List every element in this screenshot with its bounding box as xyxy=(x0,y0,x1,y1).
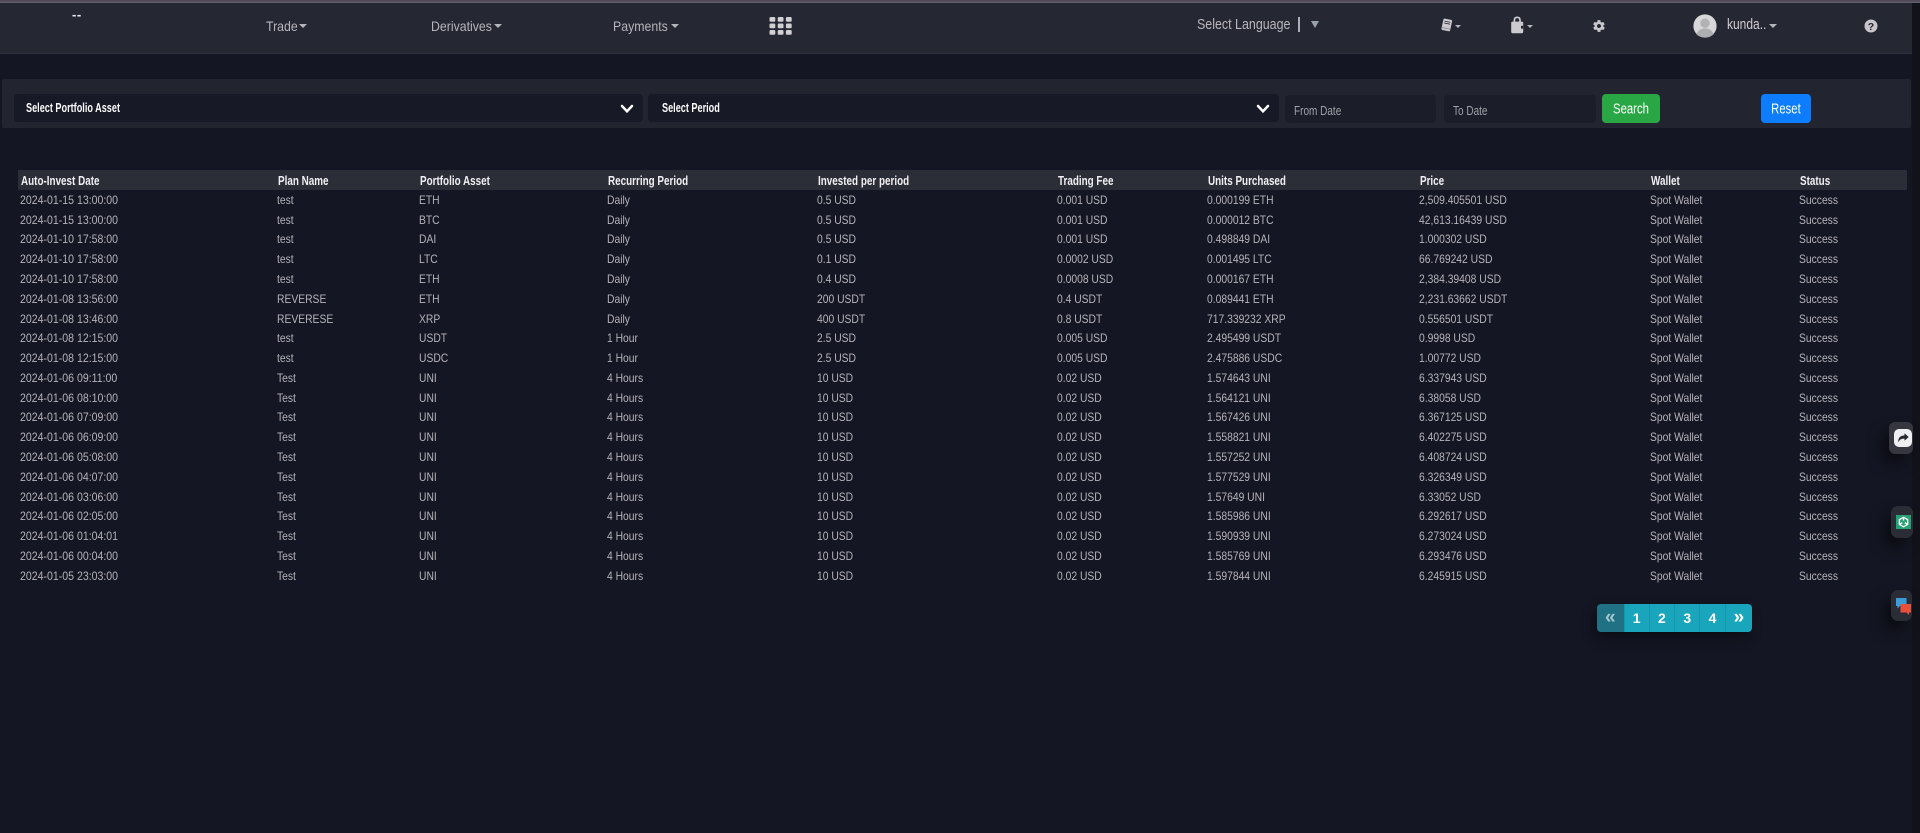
svg-text:?: ? xyxy=(1868,21,1874,33)
